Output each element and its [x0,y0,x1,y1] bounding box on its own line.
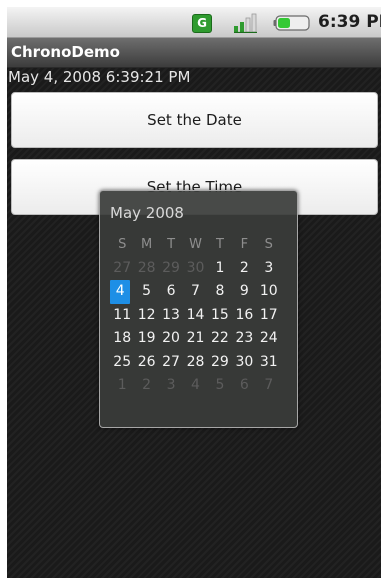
datetime-label: May 4, 2008 6:39:21 PM [8,68,191,86]
calendar-day[interactable]: 9 [232,280,256,304]
calendar-day[interactable]: 7 [257,374,281,398]
title-bar: ChronoDemo [7,38,381,68]
weekday-row: S M T W T F S [112,233,283,257]
weekday-label: W [189,237,202,252]
calendar-month-label: May 2008 [110,204,184,222]
calendar-day[interactable]: 7 [183,280,207,304]
calendar-day[interactable]: 28 [134,257,158,281]
weekday-label: T [215,237,224,252]
calendar-day[interactable]: 3 [257,257,281,281]
calendar-day[interactable]: 17 [257,304,281,328]
calendar-day[interactable]: 16 [232,304,256,328]
calendar-day[interactable]: 3 [159,374,183,398]
calendar-day[interactable]: 26 [134,351,158,375]
calendar-day[interactable]: 30 [183,257,207,281]
calendar-day[interactable]: 4 [183,374,207,398]
calendar-day[interactable]: 27 [110,257,134,281]
calendar-day[interactable]: 20 [159,327,183,351]
calendar-day[interactable]: 28 [183,351,207,375]
battery-icon [273,15,310,31]
calendar-week-row: 11 12 13 14 15 16 17 [112,304,283,328]
calendar-day[interactable]: 11 [110,304,134,328]
calendar-day[interactable]: 13 [159,304,183,328]
calendar-day[interactable]: 29 [159,257,183,281]
status-bar: G 6:39 PM [7,7,381,38]
calendar-week-row: 1234567 [112,374,283,398]
calendar-day[interactable]: 27 [159,351,183,375]
calendar-day[interactable]: 12 [134,304,158,328]
calendar-day[interactable]: 18 [110,327,134,351]
status-time: 6:39 PM [318,12,381,32]
calendar-day[interactable]: 21 [183,327,207,351]
weekday-label: S [264,237,273,252]
calendar-day[interactable]: 31 [257,351,281,375]
device-screen: G 6:39 PM ChronoDemo May 4, 2008 6:39:21… [7,7,381,578]
calendar-week-row: 25 26 27 28 29 30 31 [112,351,283,375]
calendar-day[interactable]: 6 [159,280,183,304]
weekday-label: S [118,237,127,252]
calendar-day[interactable]: 30 [232,351,256,375]
calendar-day[interactable]: 2 [134,374,158,398]
calendar-week-row: 27 28 29 30 1 2 3 [112,257,283,281]
calendar-day[interactable]: 2 [232,257,256,281]
calendar-day[interactable]: 6 [232,374,256,398]
calendar-day[interactable]: 23 [232,327,256,351]
calendar-day[interactable]: 24 [257,327,281,351]
network-badge: G [192,14,212,33]
calendar-day[interactable]: 1 [110,374,134,398]
calendar-day[interactable]: 10 [257,280,281,304]
calendar-day[interactable]: 5 [208,374,232,398]
weekday-label: M [141,237,153,252]
calendar-day[interactable]: 19 [134,327,158,351]
calendar-popup: May 2008 S M T W T F S 27 28 29 30 1 2 3 45678… [99,190,298,428]
calendar-week-row: 18 19 20 21 22 23 24 [112,327,283,351]
calendar-day[interactable]: 15 [208,304,232,328]
signal-bars-icon [234,13,257,33]
app-title: ChronoDemo [11,43,120,61]
calendar-day[interactable]: 29 [208,351,232,375]
weekday-label: T [167,237,176,252]
calendar-day[interactable]: 22 [208,327,232,351]
calendar-week-row: 4 5 6 7 8 9 10 [110,280,283,304]
calendar-day[interactable]: 14 [183,304,207,328]
calendar-day[interactable]: 1 [208,257,232,281]
calendar-day-selected[interactable]: 4 [110,280,131,304]
calendar-day[interactable]: 5 [134,280,158,304]
calendar-day[interactable]: 8 [208,280,232,304]
set-date-button[interactable]: Set the Date [11,92,378,148]
weekday-label: F [240,237,249,252]
calendar-day[interactable]: 25 [110,351,134,375]
calendar-grid: S M T W T F S 27 28 29 30 1 2 3 4 5 6 7 8 9 10 11 12 1… [110,233,283,398]
